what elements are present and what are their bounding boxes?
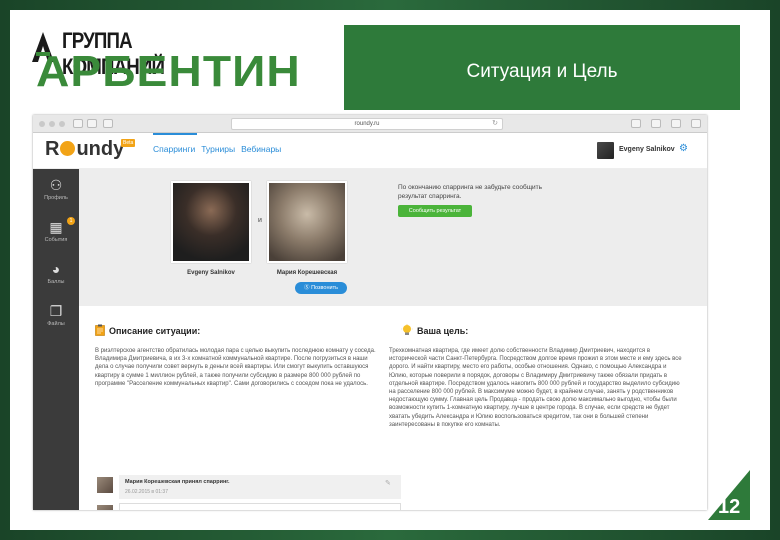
report-result-button[interactable]: Сообщить результат — [398, 205, 472, 217]
comment-item: Мария Корешевская принял спарринг. 26.02… — [119, 475, 401, 499]
clipboard-icon — [95, 324, 105, 336]
sparring-panel: и Evgeny Salnikov Мария Корешевская Ⓢ По… — [79, 169, 707, 306]
sidebar-label: Файлы — [47, 321, 65, 327]
main-nav: Спарринги Турниры Вебинары — [153, 144, 281, 154]
title-box: Ситуация и Цель — [344, 25, 740, 110]
sidebar: ⚇ Профиль ▦ События 1 ◕ Баллы ❐ Файлы — [33, 169, 79, 510]
call-button[interactable]: Ⓢ Позвонить — [295, 282, 347, 294]
pencil-icon[interactable]: ✎ — [385, 479, 391, 487]
nav-tournaments[interactable]: Турниры — [201, 144, 235, 154]
sidebar-label: Баллы — [47, 279, 65, 285]
participant2-photo[interactable] — [267, 181, 347, 263]
browser-chrome: roundy.ru ↻ — [33, 115, 707, 133]
call-label: Позвонить — [311, 285, 338, 291]
roundy-logo[interactable]: Rundy — [45, 138, 124, 161]
beta-badge: Beta — [121, 139, 136, 147]
logo-main-text: АРБЕНТИН — [36, 47, 301, 96]
download-button[interactable] — [671, 119, 681, 128]
brand-dot-icon — [60, 141, 76, 156]
sidebar-item-profile[interactable]: ⚇ Профиль — [33, 173, 79, 213]
window-close-dot[interactable] — [39, 121, 45, 127]
user-avatar[interactable] — [597, 142, 614, 159]
participant2-name[interactable]: Мария Корешевская — [265, 270, 349, 276]
window-zoom-dot[interactable] — [59, 121, 65, 127]
slide-title: Ситуация и Цель — [466, 60, 618, 82]
sidebar-item-files[interactable]: ❐ Файлы — [33, 299, 79, 339]
sidebar-label: События — [44, 237, 68, 243]
comment-title: Мария Корешевская принял спарринг. — [125, 479, 230, 485]
user-name[interactable]: Evgeny Salnikov — [619, 146, 675, 153]
url-text: roundy.ru — [354, 121, 380, 127]
comment-input[interactable] — [119, 503, 401, 510]
avatar[interactable] — [97, 477, 113, 493]
reload-icon[interactable]: ↻ — [492, 119, 498, 129]
address-bar[interactable]: roundy.ru ↻ — [231, 118, 503, 130]
nav-active-indicator — [153, 133, 197, 135]
piggy-bank-icon: ◕ — [51, 261, 61, 277]
forward-button[interactable] — [87, 119, 97, 128]
participant1-photo[interactable] — [171, 181, 251, 263]
avatar[interactable] — [97, 505, 113, 510]
brand-right: undy — [76, 138, 125, 160]
situation-text: В риэлтерское агентство обратилась молод… — [95, 348, 376, 387]
and-text: и — [258, 217, 262, 224]
window-minimize-dot[interactable] — [49, 121, 55, 127]
back-button[interactable] — [73, 119, 83, 128]
gear-icon[interactable]: ⚙ — [679, 143, 688, 154]
company-logo: ГРУППА КОМПАНИЙ АРБЕНТИН — [30, 28, 300, 94]
app-header: Rundy Beta Спарринги Турниры Вебинары Ev… — [33, 133, 707, 169]
sidebar-label: Профиль — [44, 195, 68, 201]
lightbulb-icon — [401, 324, 413, 335]
tabs-button[interactable] — [651, 119, 661, 128]
events-badge: 1 — [67, 217, 75, 225]
sparring-note: По окончанию спарринга не забудьте сообщ… — [398, 184, 543, 200]
profile-icon: ⚇ — [49, 177, 63, 193]
situation-heading: Описание ситуации: — [109, 326, 201, 336]
goal-heading: Ваша цель: — [417, 326, 469, 336]
sidebar-toggle-button[interactable] — [103, 119, 113, 128]
nav-webinars[interactable]: Вебинары — [241, 144, 281, 154]
participant1-name[interactable]: Evgeny Salnikov — [169, 270, 253, 276]
files-icon: ❐ — [49, 303, 63, 319]
new-tab-button[interactable] — [691, 119, 701, 128]
nav-sparrings[interactable]: Спарринги — [153, 144, 195, 154]
sidebar-item-events[interactable]: ▦ События 1 — [33, 215, 79, 255]
comment-date: 26.02.2015 в 01:37 — [125, 489, 168, 495]
browser-window: roundy.ru ↻ Rundy Beta Спарринги Турниры… — [33, 115, 707, 510]
sidebar-item-points[interactable]: ◕ Баллы — [33, 257, 79, 297]
share-button[interactable] — [631, 119, 641, 128]
brand-left: R — [45, 138, 60, 160]
skype-icon: Ⓢ — [304, 285, 312, 291]
comment-feed: Мария Корешевская принял спарринг. 26.02… — [79, 467, 707, 510]
goal-text: Трехкомнатная квартира, где имеет долю с… — [389, 348, 682, 428]
page-number: 12 — [718, 496, 741, 518]
